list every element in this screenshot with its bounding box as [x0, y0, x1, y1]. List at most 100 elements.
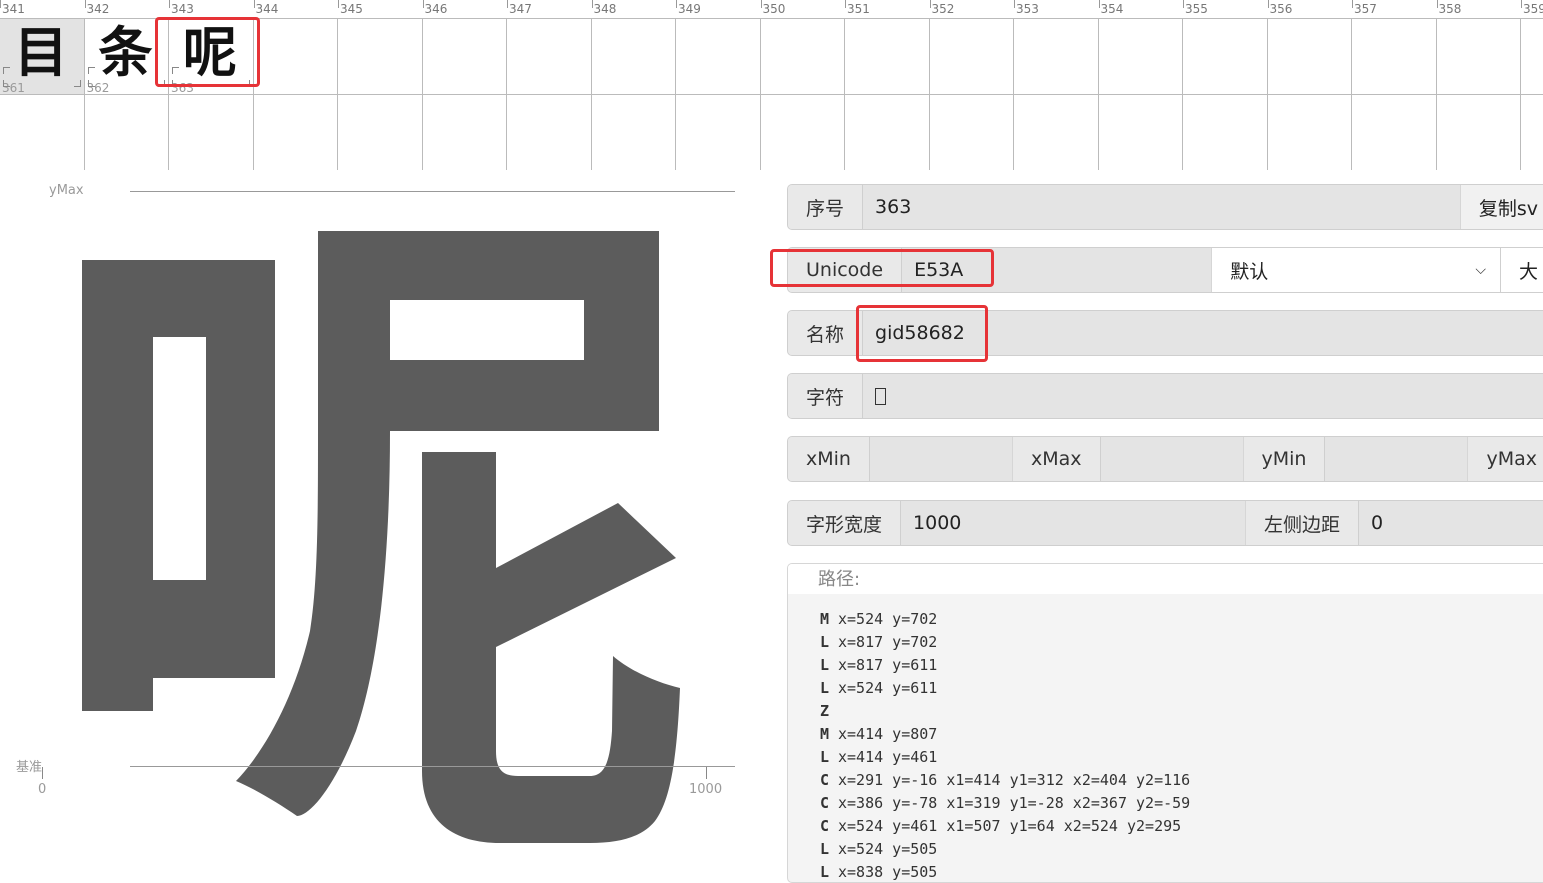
- ruler-tick: [676, 0, 677, 8]
- chevron-down-icon: ⌵: [1475, 262, 1486, 278]
- path-panel[interactable]: 路径: Mx=524 y=702 Lx=817 y=702 Lx=817 y=611…: [787, 563, 1543, 883]
- copy-svg-button[interactable]: 复制sv: [1460, 185, 1543, 229]
- ruler-number: 342: [86, 2, 110, 16]
- path-command-args: x=524 y=505: [838, 840, 938, 858]
- ruler-number: 358: [1438, 2, 1462, 16]
- glyph-cell[interactable]: [1437, 95, 1521, 170]
- glyph-cell[interactable]: [169, 95, 254, 170]
- cell-corner-mark: [3, 67, 10, 74]
- glyph-cell[interactable]: [507, 95, 592, 170]
- char-field[interactable]: [863, 374, 1543, 418]
- ruler-tick: [591, 0, 593, 8]
- glyph-cell[interactable]: [1268, 95, 1352, 170]
- path-command: Lx=414 y=461: [820, 746, 1543, 769]
- path-command-type: L: [820, 679, 830, 697]
- advance-width-label: 1000: [689, 782, 723, 797]
- missing-glyph-box: [875, 387, 887, 405]
- xmin-label: xMin: [788, 437, 870, 481]
- glyph-cell[interactable]: [930, 95, 1014, 170]
- unicode-field[interactable]: E53A: [902, 248, 1213, 292]
- glyph-cell[interactable]: [1099, 95, 1183, 170]
- path-command: Mx=524 y=702: [820, 608, 1543, 631]
- ruler-tick: [338, 0, 339, 8]
- glyph-cell[interactable]: [592, 95, 676, 170]
- path-command-args: x=817 y=611: [838, 656, 938, 674]
- glyph-cell[interactable]: 目 361: [0, 19, 85, 95]
- glyph-cell[interactable]: [1521, 95, 1543, 170]
- glyph-cell[interactable]: [1268, 19, 1352, 95]
- glyph-cell[interactable]: [1352, 95, 1437, 170]
- ruler-tick: [1352, 0, 1353, 8]
- ruler-number: 348: [593, 2, 617, 16]
- glyph-cell[interactable]: [592, 19, 676, 95]
- glyph-cell[interactable]: [1014, 19, 1099, 95]
- glyph-cell[interactable]: [1099, 19, 1183, 95]
- xmax-field[interactable]: [1100, 437, 1244, 481]
- left-side-bearing-label: 左侧边距: [1246, 501, 1360, 545]
- ruler-number: 343: [171, 2, 194, 16]
- xmin-field[interactable]: [869, 437, 1013, 481]
- glyph-cell[interactable]: 呢 363: [169, 19, 254, 95]
- xmax-label: xMax: [1012, 437, 1101, 481]
- glyph-cell[interactable]: [1183, 95, 1268, 170]
- glyph-cell[interactable]: [338, 19, 423, 95]
- glyph-cell[interactable]: [338, 95, 423, 170]
- glyph-outline[interactable]: [60, 191, 760, 851]
- glyph-cell[interactable]: [845, 19, 930, 95]
- ruler-tick: [0, 0, 1, 8]
- ymin-field[interactable]: [1325, 437, 1469, 481]
- ruler-number: 346: [424, 2, 448, 16]
- glyph-cell[interactable]: [507, 19, 592, 95]
- glyph-cell[interactable]: [1437, 19, 1521, 95]
- encoding-select[interactable]: 默认 ⌵: [1212, 248, 1501, 292]
- glyph-cell[interactable]: [85, 95, 169, 170]
- glyph-cell[interactable]: [1014, 95, 1099, 170]
- path-command-type: C: [820, 817, 830, 835]
- cell-corner-mark: [87, 80, 95, 87]
- glyph-cell[interactable]: [423, 19, 507, 95]
- glyph-cell[interactable]: [1521, 19, 1543, 95]
- glyph-cell[interactable]: [845, 95, 930, 170]
- ruler-number: 349: [678, 2, 701, 16]
- ruler-number: 357: [1354, 2, 1377, 16]
- left-side-bearing-field[interactable]: 0: [1359, 501, 1543, 545]
- name-row: 名称 gid58682: [787, 310, 1543, 356]
- glyph-cell[interactable]: [676, 95, 761, 170]
- glyph-cell[interactable]: [254, 95, 338, 170]
- path-command-type: L: [820, 633, 830, 651]
- glyph-cell[interactable]: [1352, 19, 1437, 95]
- glyph-cell[interactable]: [1183, 19, 1268, 95]
- glyph-cell[interactable]: [423, 95, 507, 170]
- path-label: 路径:: [788, 564, 1543, 594]
- advance-width-field[interactable]: 1000: [901, 501, 1247, 545]
- path-command-args: x=524 y=611: [838, 679, 938, 697]
- glyph-cell[interactable]: [761, 95, 845, 170]
- glyph-cell[interactable]: [0, 95, 85, 170]
- extra-button[interactable]: 大: [1500, 248, 1543, 292]
- name-field[interactable]: gid58682: [863, 311, 1543, 355]
- path-command: Mx=414 y=807: [820, 723, 1543, 746]
- path-command-args: x=414 y=461: [838, 748, 938, 766]
- glyph-editor-canvas[interactable]: yMax 基准 0 1000: [0, 171, 760, 866]
- ruler-tick: [253, 0, 255, 8]
- unicode-row: Unicode E53A 默认 ⌵ 大: [787, 247, 1543, 293]
- ruler-tick: [1436, 0, 1438, 8]
- glyph-cell[interactable]: [761, 19, 845, 95]
- glyph-cell[interactable]: [676, 19, 761, 95]
- char-row: 字符: [787, 373, 1543, 419]
- path-command: Lx=817 y=611: [820, 654, 1543, 677]
- cell-corner-mark: [242, 80, 250, 87]
- metrics-row: 字形宽度 1000 左侧边距 0: [787, 500, 1543, 546]
- glyph-cell-char: 呢: [183, 21, 237, 84]
- glyph-cell[interactable]: [254, 19, 338, 95]
- glyph-grid: 341 342 343 344 345 346 347 348 349 350 351 352 353 3…: [0, 0, 1543, 170]
- index-field[interactable]: 363: [863, 185, 1461, 229]
- glyph-cell[interactable]: [930, 19, 1014, 95]
- path-command-list: Mx=524 y=702 Lx=817 y=702 Lx=817 y=611 Lx=5…: [788, 594, 1543, 882]
- cell-corner-mark: [73, 80, 81, 87]
- cell-corner-mark: [87, 67, 95, 74]
- glyph-cell[interactable]: 条 362: [85, 19, 169, 95]
- cell-corner-mark: [3, 80, 10, 87]
- ruler-number: 351: [847, 2, 870, 16]
- ruler-number: 355: [1185, 2, 1208, 16]
